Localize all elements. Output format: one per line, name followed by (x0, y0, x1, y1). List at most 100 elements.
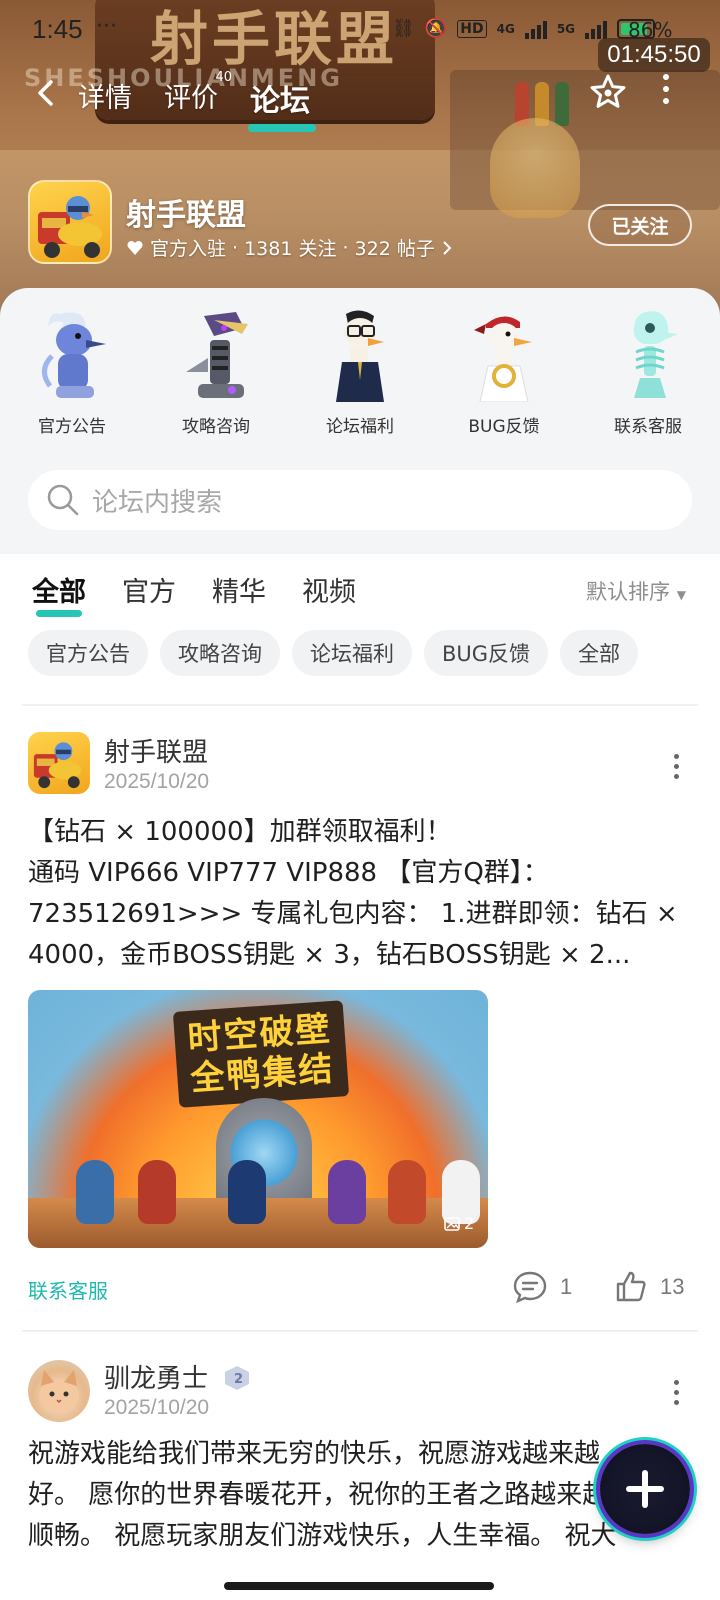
feed-tabs: 全部 官方 精华 视频 默认排序 ▼ (0, 568, 720, 618)
tab-reviews[interactable]: 评价 40 (164, 70, 232, 115)
caret-down-icon: ▼ (676, 588, 686, 602)
tab-forum[interactable]: 论坛 (248, 76, 316, 132)
post-line: 【钻石 × 100000】加群领取福利！ (28, 817, 452, 847)
chip-official-announcement[interactable]: 官方公告 (28, 630, 148, 676)
tab-featured[interactable]: 精华 (212, 570, 266, 609)
chevron-left-icon (38, 80, 53, 106)
category-official-announcement[interactable]: 官方公告 (0, 306, 144, 437)
level-badge-icon: 2 (225, 1366, 249, 1390)
post-author[interactable]: 射手联盟 (104, 732, 208, 769)
level-number: 2 (234, 1372, 243, 1387)
star-icon (590, 74, 626, 108)
network-label: 5G (556, 21, 576, 36)
search-placeholder: 论坛内搜索 (92, 487, 223, 518)
category-guide-consult[interactable]: 攻略咨询 (144, 306, 288, 437)
back-button[interactable] (30, 76, 64, 110)
post-date: 2025/10/20 (104, 770, 210, 793)
category-contact-support[interactable]: 联系客服 (576, 306, 720, 437)
meta-separator: · (342, 236, 349, 259)
category-label: 论坛福利 (326, 417, 394, 437)
like-count: 13 (660, 1274, 685, 1299)
comment-button[interactable]: 1 (512, 1270, 572, 1304)
create-post-button[interactable] (600, 1444, 690, 1534)
post-more-button[interactable] (671, 1380, 681, 1406)
image-title-line: 全鸭集结 (189, 1048, 336, 1099)
chip-bug-report[interactable]: BUG反馈 (424, 630, 549, 676)
image-duck-figure (76, 1160, 114, 1224)
game-meta[interactable]: 官方入驻 · 1381 关注 · 322 帖子 (126, 234, 453, 261)
post-author[interactable]: 驯龙勇士 (104, 1358, 208, 1395)
tab-video[interactable]: 视频 (302, 570, 356, 609)
hd-icon: HD (457, 19, 487, 38)
cat-avatar-icon (39, 1370, 79, 1413)
follow-button[interactable]: 已关注 (588, 204, 692, 246)
image-banner: 时空破壁 全鸭集结 (172, 1000, 350, 1108)
active-tab-underline (36, 610, 82, 617)
post-more-button[interactable] (671, 754, 681, 780)
forum-search-bar[interactable]: 论坛内搜索 (28, 470, 692, 530)
verified-heart-icon (127, 240, 143, 255)
image-duck-figure (228, 1160, 266, 1224)
official-badge-label: 官方入驻 (150, 238, 227, 260)
signal-icon (524, 19, 547, 39)
category-forum-benefits[interactable]: 论坛福利 (288, 306, 432, 437)
game-logo-icon (33, 742, 82, 789)
filter-chips: 官方公告 攻略咨询 论坛福利 BUG反馈 全部 (28, 630, 639, 676)
divider (22, 1330, 698, 1332)
network-label: 4G (496, 21, 515, 36)
favorite-button[interactable] (588, 72, 628, 112)
tab-label: 评价 (164, 83, 218, 114)
home-indicator[interactable] (224, 1582, 494, 1590)
tab-official[interactable]: 官方 (122, 570, 176, 609)
meta-separator: · (232, 236, 239, 259)
tab-label: 全部 (32, 577, 86, 608)
follower-count: 1381 关注 (244, 238, 337, 260)
category-bug-report[interactable]: BUG反馈 (432, 306, 576, 437)
post-line: 祝游戏能给我们带来无穷的快乐，祝愿游戏越来越 (28, 1439, 601, 1469)
category-label: 联系客服 (614, 417, 682, 437)
tab-label: 论坛 (250, 84, 310, 119)
post-content[interactable]: 祝游戏能给我们带来无穷的快乐，祝愿游戏越来越 好。 愿你的世界春暖花开，祝你的王… (28, 1434, 694, 1557)
image-duck-figure (328, 1160, 366, 1224)
post-image[interactable]: 时空破壁 全鸭集结 2 (28, 990, 488, 1248)
avatar[interactable] (28, 732, 90, 794)
tab-label: 详情 (78, 83, 132, 114)
chip-forum-benefits[interactable]: 论坛福利 (292, 630, 412, 676)
post-content[interactable]: 【钻石 × 100000】加群领取福利！ 通码 VIP666 VIP777 VI… (28, 812, 694, 976)
post-line: 好。 愿你的世界春暖花开，祝你的王者之路越来越 (28, 1480, 609, 1510)
top-nav: 详情 评价 40 论坛 (0, 66, 720, 132)
sort-dropdown[interactable]: 默认排序 ▼ (586, 576, 686, 606)
comment-icon (513, 1271, 547, 1304)
category-label: BUG反馈 (468, 417, 540, 437)
image-count: 2 (444, 1214, 474, 1233)
game-icon[interactable] (28, 180, 112, 264)
like-button[interactable]: 13 (614, 1270, 684, 1304)
banner-duck-art (490, 118, 580, 218)
link-icon: ⛓ (392, 18, 415, 39)
tab-details[interactable]: 详情 (78, 76, 132, 115)
avatar[interactable] (28, 1360, 90, 1422)
chip-guide-consult[interactable]: 攻略咨询 (160, 630, 280, 676)
divider (22, 704, 698, 706)
post-count: 322 帖子 (354, 238, 435, 260)
tab-label: 官方 (122, 577, 176, 608)
category-label: 官方公告 (38, 417, 106, 437)
comment-count: 1 (560, 1274, 573, 1299)
game-title: 射手联盟 (126, 198, 246, 233)
tab-all[interactable]: 全部 (32, 570, 86, 617)
tab-label: 精华 (212, 577, 266, 608)
skeleton-duck-icon (633, 311, 678, 398)
search-icon (47, 484, 79, 516)
status-time: 1:45 (32, 14, 83, 44)
post-date: 2025/10/20 (104, 1396, 210, 1419)
image-duck-figure (388, 1160, 426, 1224)
game-logo-icon (38, 196, 102, 258)
tab-label: 视频 (302, 577, 356, 608)
status-dots: ··· (96, 14, 117, 39)
image-duck-figure (138, 1160, 176, 1224)
post-line: 723512691>>> 专属礼包内容： 1.进群即领：钻石 × (28, 899, 678, 929)
image-count-value: 2 (464, 1214, 475, 1233)
more-menu-button[interactable] (656, 74, 676, 114)
post-tag-link[interactable]: 联系客服 (28, 1275, 108, 1304)
chip-all[interactable]: 全部 (560, 630, 639, 676)
